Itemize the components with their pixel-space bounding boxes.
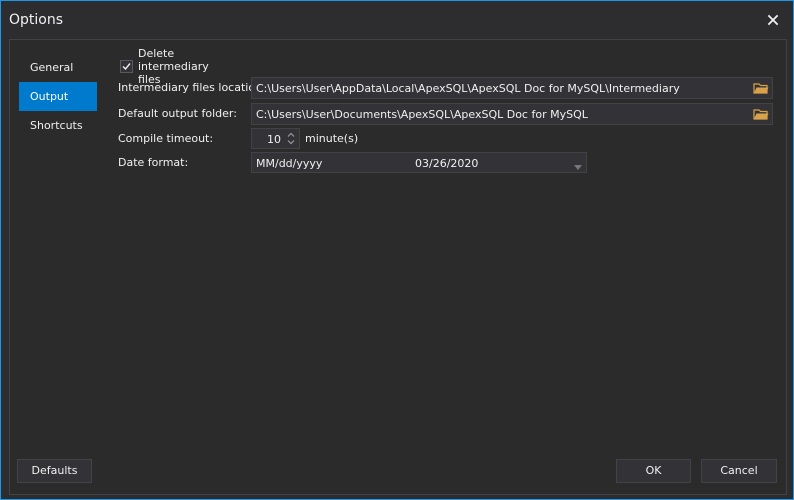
date-format-preview: 03/26/2020 — [415, 157, 479, 170]
delete-intermediary-option[interactable]: Delete intermediary files — [120, 47, 209, 86]
nav-item-output[interactable]: Output — [19, 82, 97, 111]
date-format-label: Date format: — [118, 156, 189, 169]
browse-output-folder-button[interactable] — [752, 106, 770, 122]
delete-intermediary-checkbox[interactable] — [120, 59, 133, 73]
compile-timeout-value: 10 — [267, 133, 281, 146]
options-dialog: Options General Output Shortcuts Delete … — [0, 0, 794, 500]
chevron-up-icon — [287, 132, 295, 137]
ok-button[interactable]: OK — [616, 459, 691, 483]
default-output-folder-field[interactable]: C:\Users\User\Documents\ApexSQL\ApexSQL … — [251, 103, 773, 125]
compile-timeout-stepper[interactable]: 10 — [251, 128, 300, 149]
nav-item-shortcuts[interactable]: Shortcuts — [19, 111, 97, 140]
checkmark-icon — [122, 62, 131, 70]
default-output-folder-value: C:\Users\User\Documents\ApexSQL\ApexSQL … — [256, 108, 588, 121]
intermediary-location-field[interactable]: C:\Users\User\AppData\Local\ApexSQL\Apex… — [251, 77, 773, 99]
intermediary-location-label: Intermediary files location: — [118, 81, 266, 94]
dropdown-arrow-icon — [574, 160, 582, 173]
date-format-select[interactable]: MM/dd/yyyy 03/26/2020 — [251, 152, 587, 173]
intermediary-location-value: C:\Users\User\AppData\Local\ApexSQL\Apex… — [256, 82, 680, 95]
date-format-value: MM/dd/yyyy — [256, 157, 323, 170]
compile-timeout-label: Compile timeout: — [118, 132, 214, 145]
close-button[interactable] — [763, 10, 783, 30]
title-bar: Options — [1, 1, 793, 39]
cancel-button[interactable]: Cancel — [701, 459, 777, 483]
close-icon — [767, 14, 779, 26]
dialog-title: Options — [9, 12, 64, 28]
delete-intermediary-label: Delete intermediary files — [138, 46, 209, 86]
nav-item-general[interactable]: General — [19, 53, 97, 82]
compile-timeout-unit: minute(s) — [305, 132, 359, 145]
chevron-down-icon — [287, 140, 295, 145]
defaults-button[interactable]: Defaults — [17, 459, 92, 483]
options-panel: General Output Shortcuts Delete intermed… — [9, 39, 787, 495]
folder-icon — [753, 109, 769, 120]
options-nav: General Output Shortcuts — [19, 53, 97, 140]
default-output-folder-label: Default output folder: — [118, 107, 237, 120]
folder-icon — [753, 83, 769, 94]
decrement-button[interactable] — [285, 138, 297, 147]
browse-intermediary-button[interactable] — [752, 80, 770, 96]
